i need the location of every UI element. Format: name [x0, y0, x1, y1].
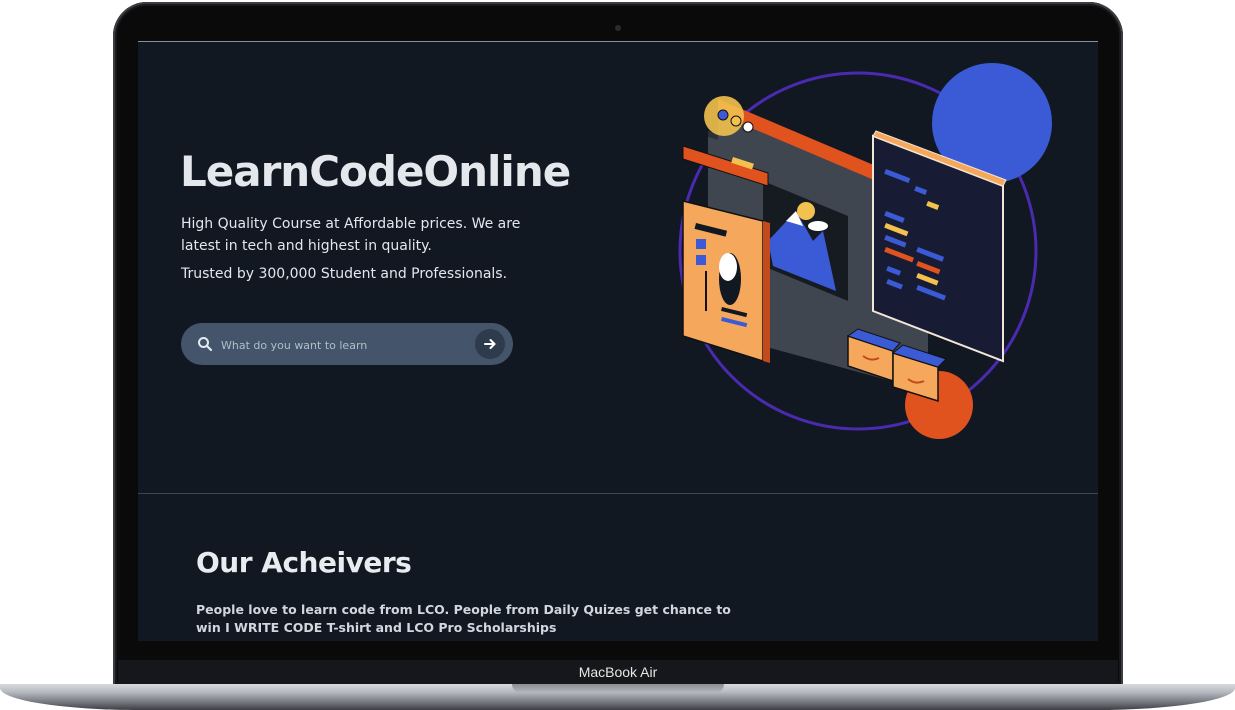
- achievers-title: Our Acheivers: [196, 546, 412, 579]
- hero-description: High Quality Course at Affordable prices…: [181, 216, 521, 254]
- search-icon: [198, 337, 213, 352]
- hero-title: LearnCodeOnline: [180, 147, 571, 196]
- search-submit-button[interactable]: [475, 329, 505, 359]
- screen: LearnCodeOnline High Quality Course at A…: [138, 41, 1098, 641]
- hero-illustration: [678, 63, 1052, 439]
- arrow-right-icon: [484, 339, 496, 349]
- camera: [615, 25, 621, 31]
- laptop-notch: [512, 684, 724, 693]
- section-divider: [138, 493, 1098, 494]
- achievers-description: People love to learn code from LCO. Peop…: [196, 602, 731, 635]
- hero-trust-text: Trusted by 300,000 Student and Professio…: [181, 266, 508, 282]
- search-bar: [181, 323, 513, 365]
- search-input[interactable]: [219, 334, 463, 356]
- screen-top-edge: [138, 41, 1098, 42]
- device-label: MacBook Air: [118, 660, 1118, 684]
